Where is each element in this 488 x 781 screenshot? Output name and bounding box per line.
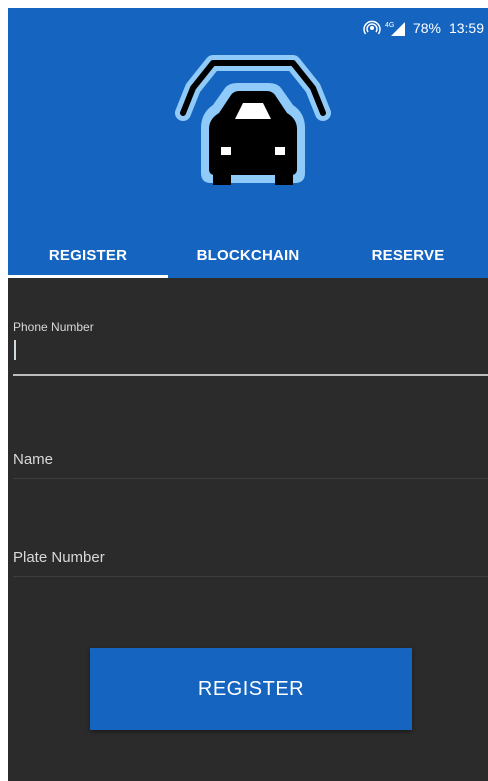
- signal-icon: 4G: [385, 22, 405, 36]
- car-garage-icon: [175, 55, 331, 185]
- hotspot-icon: [363, 20, 381, 35]
- tab-blockchain[interactable]: BLOCKCHAIN: [168, 233, 328, 278]
- app-screen: 4G 78% 13:59 REGISTER BLOCKCHAIN RESERVE…: [8, 8, 488, 781]
- tab-bar: REGISTER BLOCKCHAIN RESERVE: [8, 233, 488, 278]
- app-header: 4G 78% 13:59 REGISTER BLOCKCHAIN RESERVE: [8, 8, 488, 278]
- phone-number-underline: [13, 374, 488, 376]
- tab-reserve[interactable]: RESERVE: [328, 233, 488, 278]
- tab-register[interactable]: REGISTER: [8, 233, 168, 278]
- text-caret: [14, 340, 16, 360]
- phone-number-field: Phone Number: [13, 320, 488, 376]
- phone-number-label: Phone Number: [13, 320, 94, 334]
- status-bar: 4G 78% 13:59: [363, 18, 484, 38]
- status-icons: 4G: [363, 20, 405, 36]
- plate-number-field: [13, 542, 488, 577]
- plate-number-underline: [13, 576, 488, 577]
- register-button[interactable]: REGISTER: [90, 648, 412, 730]
- phone-number-input[interactable]: [13, 336, 488, 370]
- name-input[interactable]: [13, 444, 488, 474]
- svg-text:4G: 4G: [385, 22, 394, 29]
- name-field: [13, 444, 488, 479]
- name-underline: [13, 478, 488, 479]
- plate-number-input[interactable]: [13, 542, 488, 572]
- battery-level: 78%: [412, 20, 441, 36]
- clock: 13:59: [448, 20, 484, 36]
